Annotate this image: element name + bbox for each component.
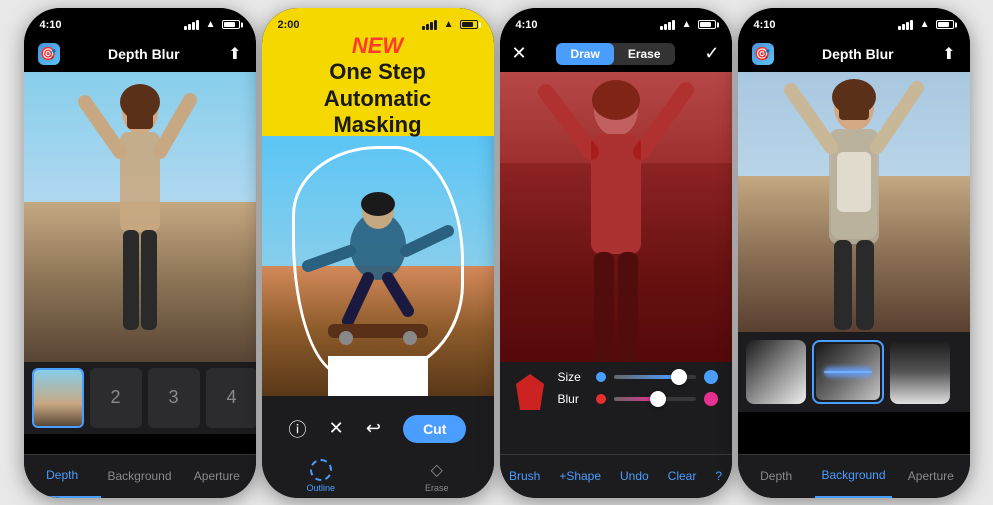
nav-bar-1: 🎯 Depth Blur ⬆: [24, 36, 256, 72]
thumbnail-row-1: 2 3 4: [24, 362, 256, 434]
thumb-1-selected[interactable]: [32, 368, 84, 428]
status-time-4: 4:10: [754, 19, 776, 31]
thumb-4[interactable]: 4: [206, 368, 256, 428]
blur-dot: [596, 394, 606, 404]
size-control-row: Size: [558, 370, 718, 384]
tab-aperture-1[interactable]: Aperture: [178, 455, 255, 498]
app-logo-1: 🎯: [38, 43, 60, 65]
gradient-swatch-1[interactable]: [746, 340, 806, 404]
cut-button[interactable]: Cut: [403, 415, 466, 443]
signal-icon: [184, 20, 199, 30]
clear-action[interactable]: Clear: [668, 469, 697, 483]
mask-outline: [292, 146, 464, 376]
undo-button-2[interactable]: ↩: [366, 418, 381, 439]
new-feature-badge: NEW One Step Automatic Masking: [262, 36, 494, 136]
blur-control-row: Blur: [558, 392, 718, 406]
woman-normal-4: [769, 72, 939, 332]
size-dot-right: [704, 370, 718, 384]
thumb-3[interactable]: 3: [148, 368, 200, 428]
signal-icon-2: [422, 20, 437, 30]
draw-button[interactable]: Draw: [556, 43, 613, 65]
erase-icon: ◇: [426, 459, 448, 481]
nav-bar-3: ✕ Draw Erase ✓: [500, 36, 732, 72]
bottom-tabs-4: Depth Background Aperture: [738, 454, 970, 498]
main-photo-1: [24, 72, 256, 362]
badge-title-line1: One Step: [282, 59, 474, 85]
masking-toolbar: ⓘ ✕ ↩ Cut: [262, 404, 494, 454]
brush-icon: [514, 372, 546, 412]
gradient-swatches-row: [738, 332, 970, 412]
wifi-icon: ▲: [206, 19, 216, 30]
tab-depth-1[interactable]: Depth: [24, 455, 101, 498]
bottom-tabs-1: Depth Background Aperture: [24, 454, 256, 498]
phone-4: 4:10 ▲ 🎯: [738, 8, 970, 498]
size-slider[interactable]: [614, 375, 696, 379]
tab-background-1[interactable]: Background: [101, 455, 178, 498]
tab-aperture-4[interactable]: Aperture: [892, 455, 969, 498]
badge-new-label: NEW: [352, 33, 403, 58]
status-icons-3: ▲: [660, 19, 716, 30]
signal-icon-3: [660, 20, 675, 30]
battery-icon-4: [936, 20, 954, 29]
gradient-swatch-selected[interactable]: [812, 340, 884, 404]
phone-3: 4:10 ▲ ✕: [500, 8, 732, 498]
info-button-2[interactable]: ⓘ: [289, 416, 307, 442]
share-icon-1[interactable]: ⬆: [228, 44, 241, 64]
tab-depth-4[interactable]: Depth: [738, 455, 815, 498]
bottom-actions-3: Brush +Shape Undo Clear ?: [500, 454, 732, 498]
status-icons-4: ▲: [898, 19, 954, 30]
gradient-swatch-3[interactable]: [890, 340, 950, 404]
main-photo-3: [500, 72, 732, 377]
badge-title-line2: Automatic Masking: [282, 86, 474, 139]
battery-icon: [222, 20, 240, 29]
main-photo-4: [738, 72, 970, 332]
status-time-2: 2:00: [278, 19, 300, 31]
status-time-1: 4:10: [40, 19, 62, 31]
signal-icon-4: [898, 20, 913, 30]
status-bar-2: 2:00 ▲: [262, 8, 494, 36]
status-bar-4: 4:10 ▲: [738, 8, 970, 36]
confirm-icon-3[interactable]: ✓: [704, 43, 719, 64]
info-action[interactable]: ?: [715, 469, 722, 483]
status-bar-3: 4:10 ▲: [500, 8, 732, 36]
wifi-icon-4: ▲: [920, 19, 930, 30]
tab-background-4[interactable]: Background: [815, 455, 892, 498]
status-icons-2: ▲: [422, 19, 478, 30]
nav-title-4: Depth Blur: [822, 46, 894, 62]
battery-icon-2: [460, 20, 478, 29]
status-time-3: 4:10: [516, 19, 538, 31]
status-bar-1: 4:10 ▲: [24, 8, 256, 36]
wifi-icon-3: ▲: [682, 19, 692, 30]
phone-1: 4:10 ▲ 🎯: [24, 8, 256, 498]
close-button-2[interactable]: ✕: [329, 418, 344, 439]
woman-silhouette-1: [75, 82, 205, 362]
size-dot: [596, 372, 606, 382]
outline-tool[interactable]: Outline: [306, 459, 335, 493]
app-container: 4:10 ▲ 🎯: [0, 0, 993, 505]
skater-photo: [262, 136, 494, 396]
status-icons-1: ▲: [184, 19, 240, 30]
brush-action[interactable]: Brush: [509, 469, 540, 483]
nav-title-1: Depth Blur: [108, 46, 180, 62]
erase-button[interactable]: Erase: [614, 43, 675, 65]
share-icon-4[interactable]: ⬆: [942, 44, 955, 64]
erase-tool[interactable]: ◇ Erase: [425, 459, 449, 493]
undo-action[interactable]: Undo: [620, 469, 649, 483]
wifi-icon-2: ▲: [444, 19, 454, 30]
thumb-2[interactable]: 2: [90, 368, 142, 428]
phone-2: 2:00 ▲ NEW O: [262, 8, 494, 498]
shape-action[interactable]: +Shape: [559, 469, 601, 483]
outline-icon: [310, 459, 332, 481]
battery-icon-3: [698, 20, 716, 29]
blur-slider[interactable]: [614, 397, 696, 401]
cancel-icon-3[interactable]: ✕: [512, 43, 527, 64]
bottom-tools-2: Outline ◇ Erase: [262, 454, 494, 498]
blur-dot-right: [704, 392, 718, 406]
nav-bar-4: 🎯 Depth Blur ⬆: [738, 36, 970, 72]
draw-erase-toggle: Draw Erase: [556, 43, 674, 65]
brush-controls: Size Blur: [500, 362, 732, 454]
app-logo-4: 🎯: [752, 43, 774, 65]
